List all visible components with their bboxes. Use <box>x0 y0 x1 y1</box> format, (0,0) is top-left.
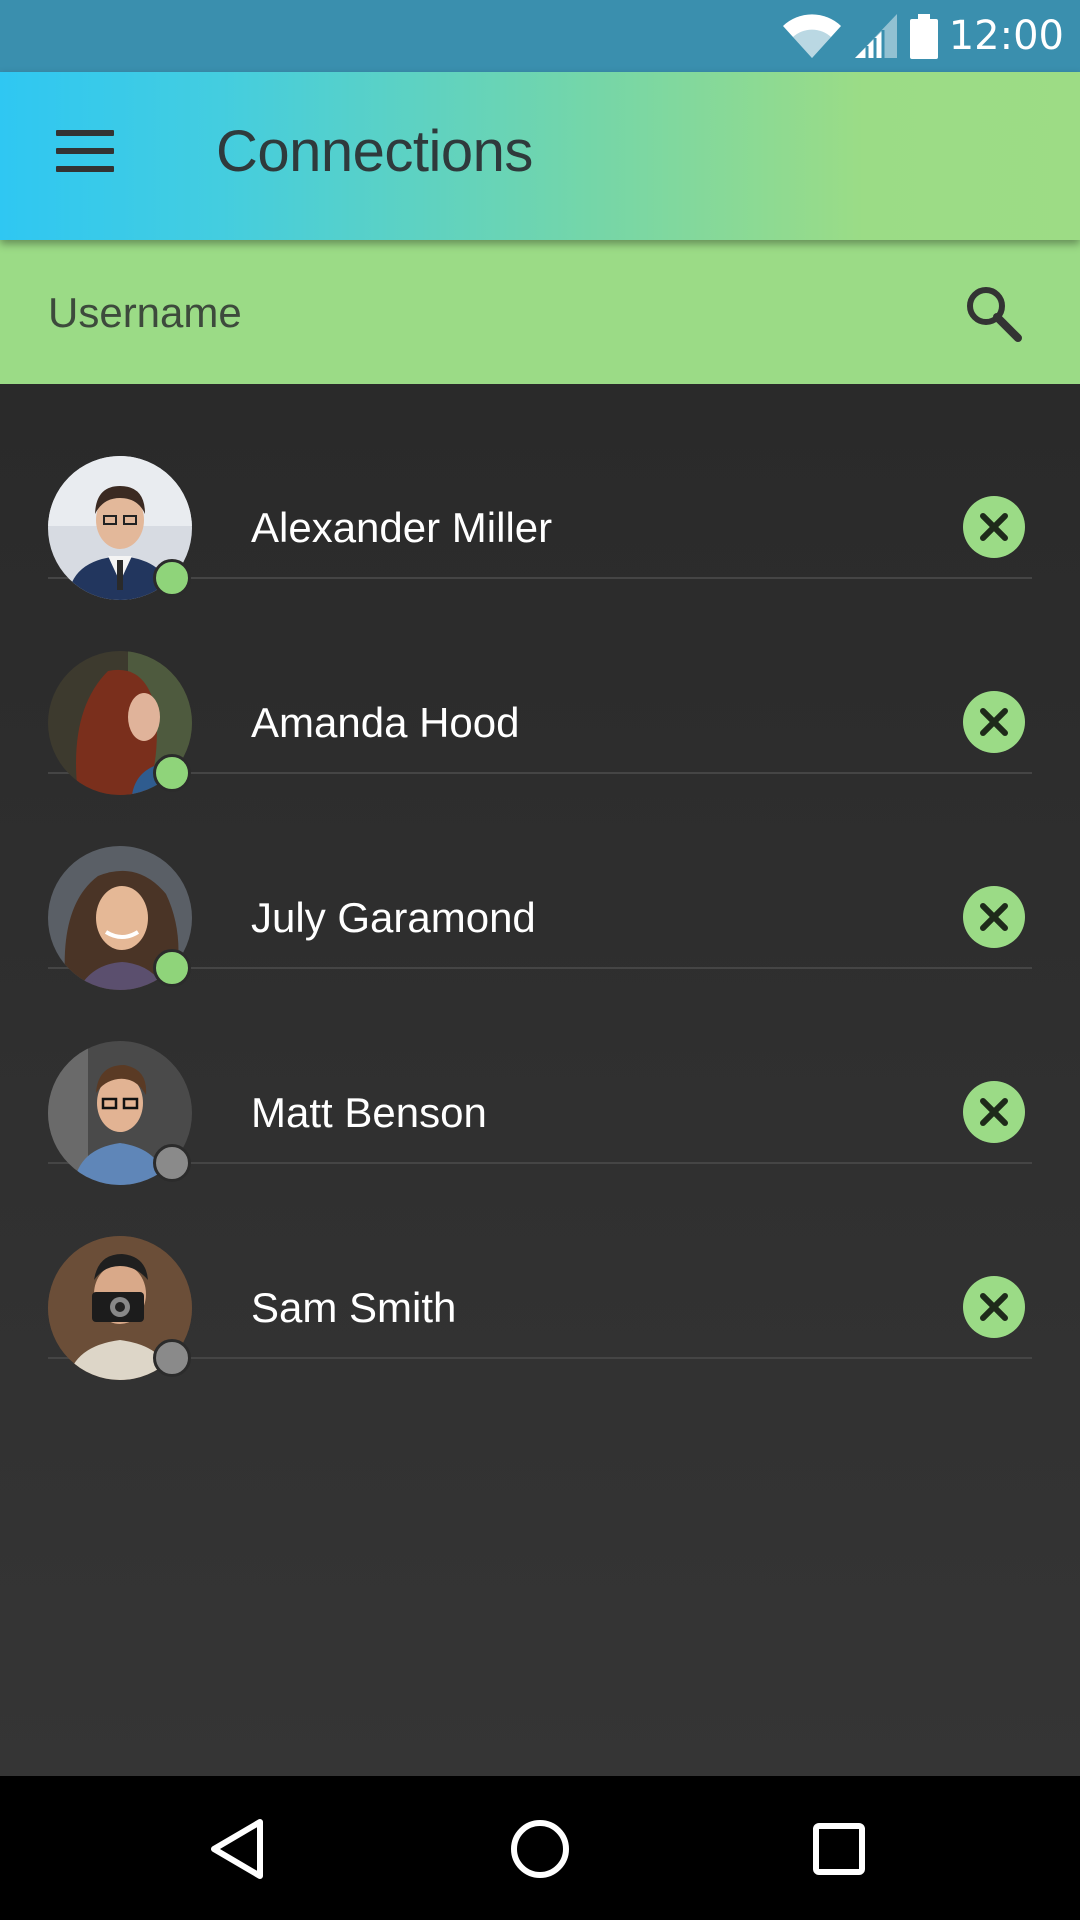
contact-name: Amanda Hood <box>251 699 520 746</box>
list-item-amanda-hood[interactable]: Amanda Hood <box>48 579 1032 795</box>
wifi-icon <box>782 14 841 59</box>
contact-name: Sam Smith <box>251 1284 457 1331</box>
contact-name: July Garamond <box>251 894 536 941</box>
close-icon <box>980 513 1008 541</box>
hamburger-menu-icon[interactable] <box>56 130 114 172</box>
remove-connection-button[interactable] <box>963 1276 1025 1338</box>
remove-connection-button[interactable] <box>963 886 1025 948</box>
battery-icon <box>909 14 938 59</box>
list-item-sam-smith[interactable]: Sam Smith <box>48 1164 1032 1380</box>
contact-name: Alexander Miller <box>251 504 553 551</box>
search-input[interactable] <box>46 280 930 346</box>
presence-offline <box>153 1339 191 1377</box>
status-time: 12:00 <box>948 13 1064 59</box>
remove-connection-button[interactable] <box>963 691 1025 753</box>
status-bar: 12:00 <box>0 0 1080 72</box>
page-title: Connections <box>216 119 533 184</box>
cell-signal-icon <box>854 14 897 58</box>
list-item-matt-benson[interactable]: Matt Benson <box>48 969 1032 1185</box>
home-icon[interactable] <box>505 1814 575 1884</box>
contact-name: Matt Benson <box>251 1089 487 1136</box>
back-icon[interactable] <box>202 1814 272 1884</box>
status-icons <box>781 12 939 60</box>
search-icon[interactable] <box>962 282 1024 344</box>
connections-list: Alexander Miller Amanda Hood July Garamo… <box>0 384 1080 1776</box>
close-icon <box>980 903 1008 931</box>
close-icon <box>980 708 1008 736</box>
app-bar: Connections <box>0 72 1080 240</box>
list-item-alexander-miller[interactable]: Alexander Miller <box>48 384 1032 600</box>
remove-connection-button[interactable] <box>963 1081 1025 1143</box>
remove-connection-button[interactable] <box>963 496 1025 558</box>
close-icon <box>980 1293 1008 1321</box>
search-bar <box>0 240 1080 384</box>
list-item-july-garamond[interactable]: July Garamond <box>48 774 1032 990</box>
close-icon <box>980 1098 1008 1126</box>
system-nav-bar <box>0 1776 1080 1920</box>
recents-icon[interactable] <box>804 1814 874 1884</box>
